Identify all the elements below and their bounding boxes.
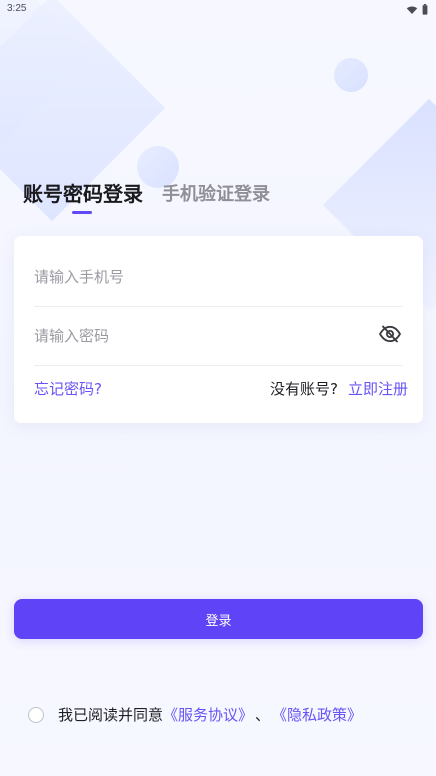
background-bubble-top-right <box>334 58 368 92</box>
password-input[interactable] <box>34 307 334 365</box>
battery-icon <box>422 4 428 15</box>
status-bar: 3:25 <box>0 0 436 18</box>
agreement-prefix: 我已阅读并同意 <box>58 706 164 724</box>
phone-field <box>34 248 403 307</box>
login-card: 忘记密码? 没有账号? 立即注册 <box>14 236 423 423</box>
status-time: 3:25 <box>7 3 27 14</box>
login-tabs: 账号密码登录 手机验证登录 <box>23 184 270 214</box>
agreement-separator: 、 <box>255 706 271 724</box>
background-bubble-center <box>137 146 179 188</box>
service-agreement-link[interactable]: 《服务协议》 <box>163 704 253 725</box>
agreement-checkbox[interactable] <box>28 706 44 723</box>
password-field <box>34 307 403 366</box>
active-tab-indicator <box>72 211 92 214</box>
agreement-row: 我已阅读并同意 《服务协议》 、 《隐私政策》 <box>28 704 362 725</box>
login-screen: 3:25 账号密码登录 手机验证登录 请输入手机号 忘记密码? 没有账号? 立即… <box>0 0 436 776</box>
login-button[interactable]: 登录 <box>14 599 423 639</box>
tab-password-login[interactable]: 账号密码登录 <box>23 184 143 204</box>
register-link[interactable]: 立即注册 <box>348 378 408 399</box>
forgot-password-link[interactable]: 忘记密码? <box>34 378 102 399</box>
card-links-row: 忘记密码? 没有账号? 立即注册 <box>34 378 408 399</box>
status-icons <box>406 4 428 15</box>
privacy-policy-link[interactable]: 《隐私政策》 <box>272 704 362 725</box>
wifi-icon <box>406 5 418 15</box>
phone-input[interactable] <box>34 248 334 306</box>
tab-sms-login[interactable]: 手机验证登录 <box>162 186 270 204</box>
register-block: 没有账号? 立即注册 <box>270 378 408 399</box>
eye-off-icon <box>378 323 402 348</box>
toggle-password-visibility-button[interactable] <box>377 323 403 347</box>
no-account-text: 没有账号? <box>270 380 338 398</box>
